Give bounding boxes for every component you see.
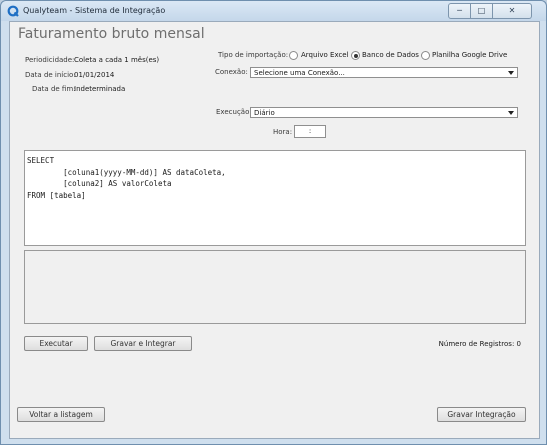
radio-banco-de-dados[interactable]: [351, 51, 360, 60]
hour-input[interactable]: :: [294, 125, 326, 138]
connection-select-value: Selecione uma Conexão...: [254, 69, 345, 77]
save-and-integrate-button[interactable]: Gravar e Integrar: [94, 336, 192, 351]
minimize-icon: ─: [457, 6, 462, 15]
page-title: Faturamento bruto mensal: [18, 26, 205, 42]
radio-planilha-google-drive-label: Planilha Google Drive: [432, 51, 508, 59]
minimize-button[interactable]: ─: [448, 3, 471, 19]
connection-select[interactable]: Selecione uma Conexão...: [250, 67, 518, 78]
chevron-down-icon: [508, 71, 514, 75]
close-button[interactable]: ✕: [493, 3, 532, 19]
execution-select-value: Diário: [254, 109, 275, 117]
end-date-value: Indeterminada: [74, 85, 126, 93]
periodicity-label: Periodicidade:: [25, 56, 75, 64]
back-to-list-button[interactable]: Voltar a listagem: [17, 407, 105, 422]
maximize-icon: □: [477, 6, 486, 15]
end-date-label: Data de fim:: [32, 85, 76, 93]
execution-label: Execução:: [216, 108, 252, 116]
hour-label: Hora:: [273, 128, 293, 136]
records-count: Número de Registros: 0: [438, 340, 521, 348]
import-type-label: Tipo de importação:: [218, 51, 289, 59]
sql-query-editor[interactable]: SELECT [coluna1(yyyy-MM-dd)] AS dataCole…: [24, 150, 526, 246]
start-date-label: Data de início:: [25, 71, 76, 79]
chevron-down-icon: [508, 111, 514, 115]
periodicity-value: Coleta a cada 1 mês(es): [74, 56, 160, 64]
start-date-value: 01/01/2014: [74, 71, 115, 79]
qualyteam-logo-icon: [7, 5, 19, 17]
form-panel: Faturamento bruto mensal Periodicidade: …: [9, 21, 540, 439]
execute-button[interactable]: Executar: [24, 336, 88, 351]
radio-planilha-google-drive[interactable]: [421, 51, 430, 60]
window-title: Qualyteam - Sistema de Integração: [23, 6, 166, 15]
radio-banco-de-dados-label: Banco de Dados: [362, 51, 419, 59]
radio-arquivo-excel-label: Arquivo Excel: [301, 51, 349, 59]
results-panel: [24, 250, 526, 324]
maximize-button[interactable]: □: [471, 3, 493, 19]
radio-arquivo-excel[interactable]: [289, 51, 298, 60]
title-bar: Qualyteam - Sistema de Integração ─ □ ✕: [1, 1, 546, 21]
close-icon: ✕: [508, 6, 516, 15]
window-controls: ─ □ ✕: [448, 3, 532, 19]
save-integration-button[interactable]: Gravar Integração: [437, 407, 526, 422]
execution-select[interactable]: Diário: [250, 107, 518, 118]
connection-label: Conexão:: [215, 68, 248, 76]
app-window: Qualyteam - Sistema de Integração ─ □ ✕ …: [0, 0, 547, 445]
